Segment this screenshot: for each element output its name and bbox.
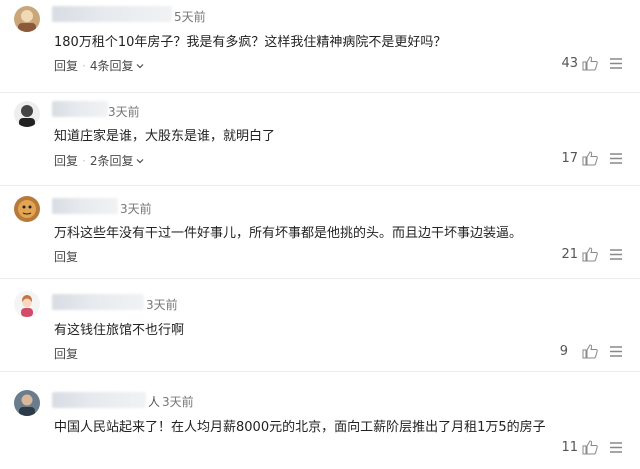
- more-options-icon[interactable]: [608, 440, 624, 455]
- thumbs-up-icon[interactable]: [582, 247, 598, 262]
- comment-item: 5天前 180万租个10年房子？我是有多疯？这样我住精神病院不是更好吗？ 回复 …: [0, 0, 640, 93]
- separator: ·: [82, 153, 86, 168]
- avatar[interactable]: [14, 6, 40, 32]
- comment-text: 有这钱住旅馆不也行啊: [54, 323, 185, 338]
- thumbs-up-icon[interactable]: [582, 344, 598, 359]
- thumbs-up-icon[interactable]: [582, 151, 598, 166]
- comment-item: 人 3天前 中国人民站起来了！在人均月薪8000元的北京，面向工薪阶层推出了月租…: [0, 372, 640, 469]
- chevron-down-icon: [137, 63, 144, 68]
- comment-text: 知道庄家是谁，大股东是谁，就明白了: [54, 129, 276, 144]
- avatar-icon: [14, 196, 40, 222]
- more-options-icon[interactable]: [608, 151, 624, 166]
- comment-text: 180万租个10年房子？我是有多疯？这样我住精神病院不是更好吗？: [54, 35, 447, 50]
- username-blurred[interactable]: [52, 392, 146, 408]
- reply-button[interactable]: 回复: [54, 152, 78, 169]
- chevron-down-icon: [137, 158, 144, 163]
- reply-button[interactable]: 回复: [54, 57, 78, 74]
- avatar[interactable]: [14, 101, 40, 127]
- avatar[interactable]: [14, 291, 40, 317]
- comment-text: 中国人民站起来了！在人均月薪8000元的北京，面向工薪阶层推出了月租1万5的房子: [54, 420, 546, 435]
- separator: ·: [82, 58, 86, 73]
- avatar[interactable]: [14, 196, 40, 222]
- username-blurred[interactable]: [52, 198, 118, 214]
- like-count: 9: [559, 344, 568, 359]
- thumbs-up-icon[interactable]: [582, 56, 598, 71]
- comment-item: 3天前 知道庄家是谁，大股东是谁，就明白了 回复 · 2条回复 17: [0, 93, 640, 186]
- timestamp: 3天前: [146, 298, 178, 312]
- comment-item: 3天前 有这钱住旅馆不也行啊 回复 9: [0, 279, 640, 372]
- username-tail[interactable]: 人: [148, 393, 160, 410]
- comment-actions: 回复 · 2条回复: [54, 152, 144, 169]
- like-count: 21: [561, 247, 578, 262]
- username-blurred[interactable]: [52, 101, 108, 117]
- view-replies-button[interactable]: 4条回复: [90, 57, 145, 74]
- timestamp: 3天前: [120, 202, 152, 216]
- username-blurred[interactable]: [52, 294, 144, 310]
- timestamp: 3天前: [162, 395, 194, 409]
- comment-text: 万科这些年没有干过一件好事儿，所有坏事都是他挑的头。而且边干坏事边装逼。: [54, 226, 523, 241]
- timestamp: 3天前: [108, 105, 140, 119]
- like-count: 17: [561, 151, 578, 166]
- more-options-icon[interactable]: [608, 247, 624, 262]
- avatar-icon: [14, 101, 40, 127]
- view-replies-button[interactable]: 2条回复: [90, 152, 145, 169]
- comment-item: 3天前 万科这些年没有干过一件好事儿，所有坏事都是他挑的头。而且边干坏事边装逼。…: [0, 186, 640, 279]
- avatar[interactable]: [14, 390, 40, 416]
- like-count: 11: [561, 440, 578, 455]
- reply-button[interactable]: 回复: [54, 345, 78, 362]
- more-options-icon[interactable]: [608, 344, 624, 359]
- like-count: 43: [561, 56, 578, 71]
- avatar-icon: [14, 390, 40, 416]
- thumbs-up-icon[interactable]: [582, 440, 598, 455]
- view-replies-label: 4条回复: [89, 59, 134, 73]
- view-replies-label: 2条回复: [89, 154, 134, 168]
- comment-actions: 回复 · 4条回复: [54, 57, 144, 74]
- timestamp: 5天前: [174, 10, 206, 24]
- reply-button[interactable]: 回复: [54, 248, 78, 265]
- avatar-icon: [14, 291, 40, 317]
- avatar-icon: [14, 6, 40, 32]
- comment-actions: 回复: [54, 345, 78, 362]
- username-blurred[interactable]: [52, 6, 172, 22]
- more-options-icon[interactable]: [608, 56, 624, 71]
- comment-actions: 回复: [54, 248, 78, 265]
